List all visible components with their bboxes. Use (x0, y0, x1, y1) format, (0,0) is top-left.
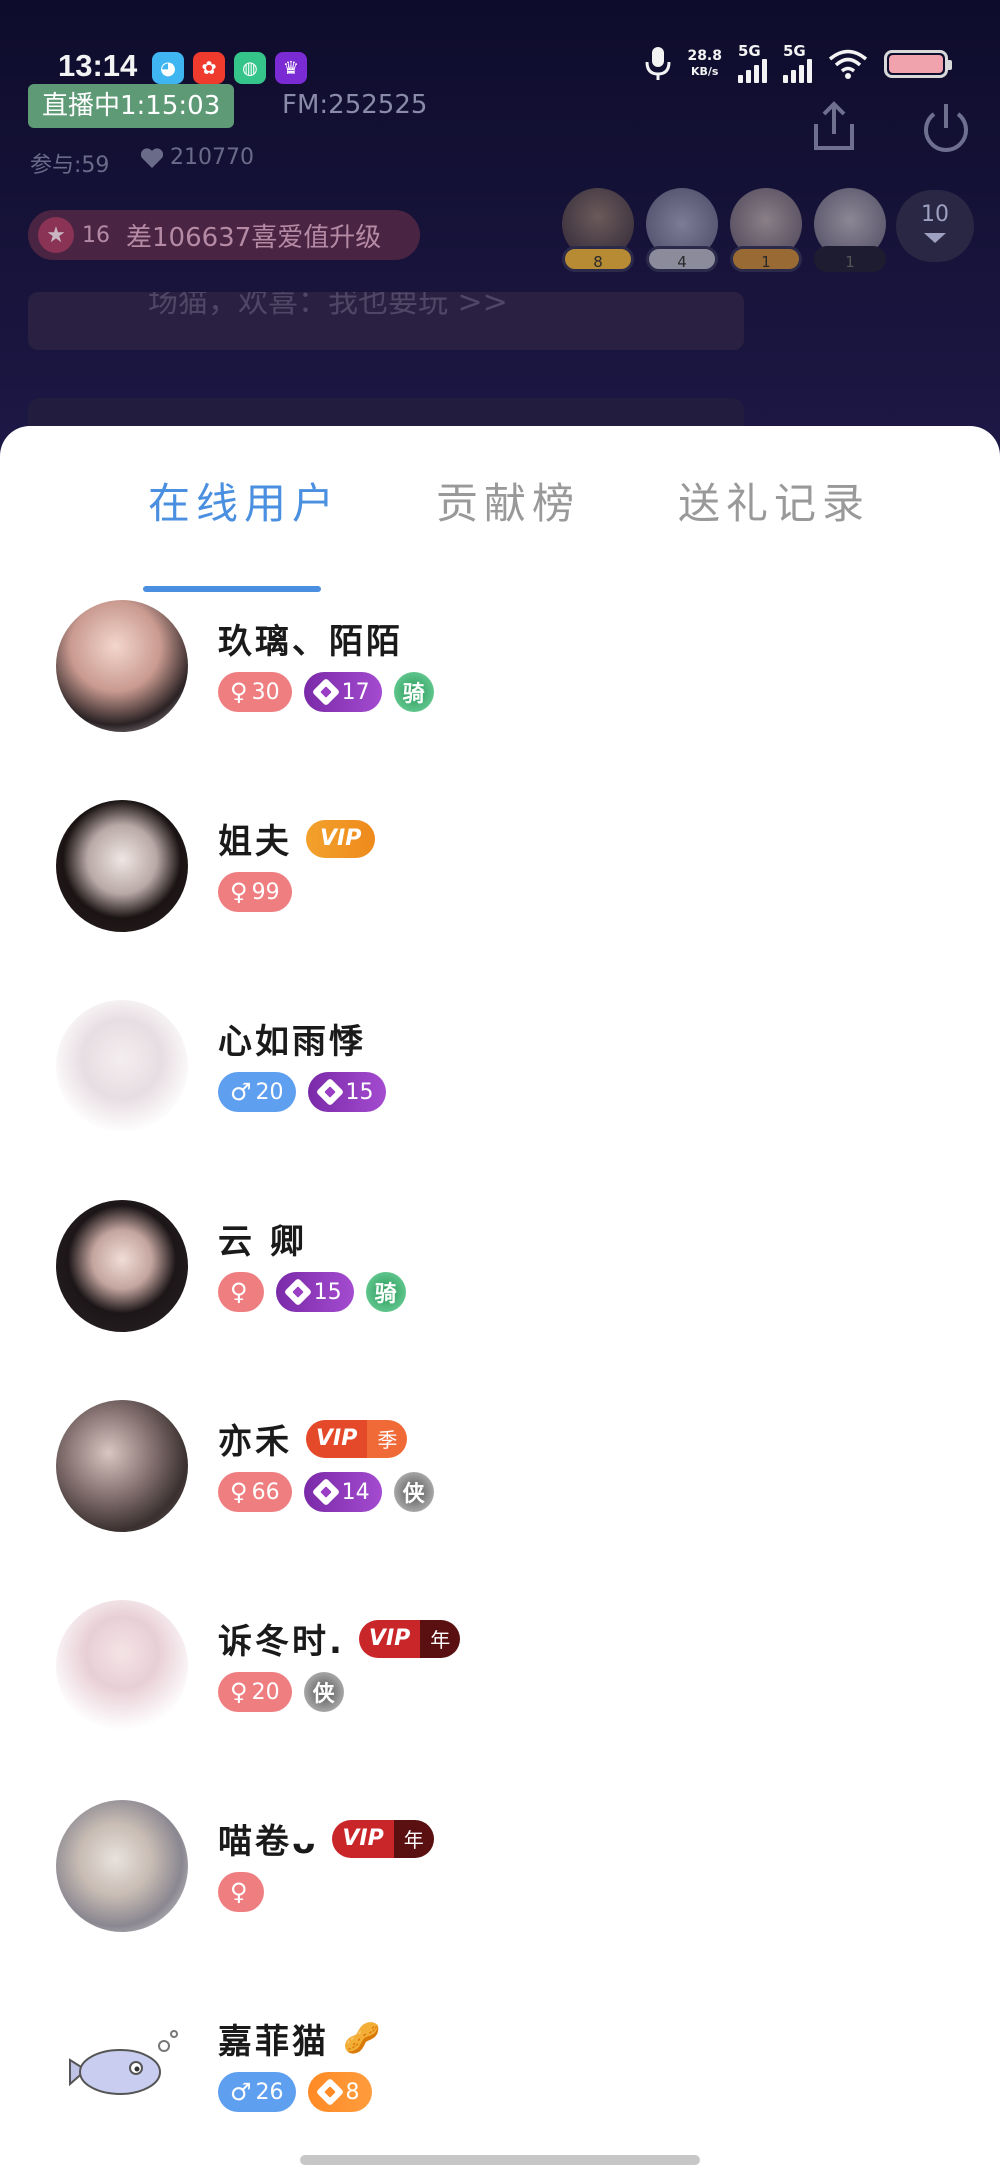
signal-indicator-1: 5G (738, 44, 767, 83)
diamond-level-badge: 15 (275, 1272, 354, 1312)
username: 诉冬时. (218, 1622, 345, 1662)
gender-level-badge: ♀ 66 (218, 1472, 292, 1512)
top-contributor-avatar[interactable]: 8 (560, 188, 636, 280)
app-icon-purple: ♛ (275, 52, 307, 84)
top-contributor-avatar[interactable]: 4 (644, 188, 720, 280)
user-row[interactable]: 云 卿 ♀ 15 骑 (0, 1200, 1000, 1400)
user-row[interactable]: 心如雨悸 ♂ 20 15 (0, 1000, 1000, 1200)
username: 亦禾 (218, 1422, 292, 1462)
username: 玖璃、陌陌 (218, 622, 403, 662)
diamond-icon (315, 2077, 344, 2107)
top-contributor-avatar[interactable]: 1 (728, 188, 804, 280)
avatar[interactable] (56, 1600, 188, 1732)
network-speed: 28.8 KB/s (687, 47, 722, 78)
notification-app-icons: ◕ ✿ ◍ ♛ (152, 52, 307, 84)
heart-icon (140, 147, 164, 168)
room-level: 16 (82, 222, 110, 248)
diamond-icon (315, 1077, 344, 1107)
active-tab-indicator (143, 586, 321, 592)
gender-level-badge: ♀ (218, 1872, 264, 1912)
avatar[interactable] (56, 1400, 188, 1532)
app-icon-blue: ◕ (152, 52, 184, 84)
avatar[interactable] (56, 1200, 188, 1332)
app-icon-red: ✿ (193, 52, 225, 84)
username: 姐夫 (218, 822, 292, 862)
user-list: 玖璃、陌陌 ♀ 30 17 骑 姐夫 VIP ♀ 99 心如雨悸 ♂ 20 15… (0, 600, 1000, 2183)
gender-level-badge: ♀ (218, 1272, 264, 1312)
level-progress-text: 差106637喜爱值升级 (126, 222, 382, 253)
female-icon: ♀ (230, 1678, 248, 1706)
medal-badge: 侠 (393, 1472, 434, 1512)
peanut-icon: 🥜 (343, 2021, 381, 2056)
gender-level-badge: ♂ 20 (218, 1072, 296, 1112)
gender-level-badge: ♀ 99 (218, 872, 292, 912)
medal-badge: 侠 (303, 1672, 344, 1712)
female-icon: ♀ (230, 1878, 248, 1906)
username: 喵卷ᴗ (218, 1822, 319, 1862)
female-icon: ♀ (230, 678, 248, 706)
user-row[interactable]: 姐夫 VIP ♀ 99 (0, 800, 1000, 1000)
share-icon[interactable] (806, 98, 862, 154)
avatar[interactable] (56, 1000, 188, 1132)
medal-badge: 骑 (393, 672, 434, 712)
heart-count: 210770 (140, 145, 254, 170)
avatar[interactable] (56, 1800, 188, 1932)
male-icon: ♂ (230, 2078, 252, 2106)
diamond-level-badge: 14 (303, 1472, 382, 1512)
username: 心如雨悸 (218, 1022, 366, 1062)
user-row[interactable]: 喵卷ᴗ VIP 年 ♀ (0, 1800, 1000, 2000)
tab-online-users[interactable]: 在线用户 (148, 470, 340, 531)
user-row[interactable]: 亦禾 VIP 季 ♀ 66 14 侠 (0, 1400, 1000, 1600)
avatar[interactable] (56, 2000, 188, 2132)
diamond-icon (311, 1477, 340, 1507)
wifi-icon (828, 49, 868, 79)
diamond-level-badge: 15 (307, 1072, 386, 1112)
sheet-tabs: 在线用户 贡献榜 送礼记录 (0, 470, 1000, 592)
fish-icon (69, 2030, 178, 2095)
diamond-level-badge: 17 (303, 672, 382, 712)
live-duration-badge: 直播中1:15:03 (28, 84, 235, 128)
fm-number: FM:252525 (282, 90, 428, 120)
gender-level-badge: ♂ 26 (218, 2072, 296, 2112)
vip-badge: VIP 季 (306, 1419, 408, 1458)
vip-badge: VIP 年 (358, 1619, 461, 1658)
gender-level-badge: ♀ 20 (218, 1672, 292, 1712)
diamond-icon (311, 677, 340, 707)
home-indicator[interactable] (300, 2155, 700, 2165)
app-icon-green: ◍ (234, 52, 266, 84)
vip-badge: VIP 年 (332, 1819, 434, 1858)
tab-contribution-rank[interactable]: 贡献榜 (436, 470, 580, 531)
top-contributor-avatar[interactable]: 1 (812, 188, 888, 280)
avatar[interactable] (56, 800, 188, 932)
user-row[interactable]: 诉冬时. VIP 年 ♀ 20 侠 (0, 1600, 1000, 1800)
power-icon[interactable] (918, 100, 974, 156)
gender-level-badge: ♀ 30 (218, 672, 292, 712)
microphone-icon (645, 46, 671, 80)
top-contributors[interactable]: 8 4 1 1 (560, 188, 888, 280)
medal-badge: 骑 (365, 1272, 406, 1312)
vip-badge: VIP (306, 819, 376, 858)
participant-count: 参与:59 (30, 153, 110, 178)
online-users-sheet: 在线用户 贡献榜 送礼记录 玖璃、陌陌 ♀ 30 17 骑 姐夫 VIP ♀ 99 (0, 426, 1000, 2183)
star-icon: ★ (38, 217, 74, 253)
female-icon: ♀ (230, 878, 248, 906)
avatar[interactable] (56, 600, 188, 732)
online-count-button[interactable]: 10 (896, 190, 974, 262)
female-icon: ♀ (230, 1478, 248, 1506)
diamond-level-badge: 8 (307, 2072, 372, 2112)
status-right: 28.8 KB/s 5G 5G (645, 44, 952, 83)
female-icon: ♀ (230, 1278, 248, 1306)
status-time: 13:14 (58, 48, 138, 83)
user-row[interactable]: 玖璃、陌陌 ♀ 30 17 骑 (0, 600, 1000, 800)
male-icon: ♂ (230, 1078, 252, 1106)
level-progress-pill[interactable]: ★ 16 差106637喜爱值升级 (28, 210, 420, 260)
battery-icon (884, 49, 952, 78)
chat-message: 场猫，欢喜：我也要玩 >> (28, 292, 744, 350)
signal-indicator-2: 5G (783, 44, 812, 83)
tab-gift-records[interactable]: 送礼记录 (678, 470, 870, 531)
username: 嘉菲猫 (218, 2022, 329, 2062)
diamond-icon (283, 1277, 312, 1307)
username: 云 卿 (218, 1222, 307, 1262)
